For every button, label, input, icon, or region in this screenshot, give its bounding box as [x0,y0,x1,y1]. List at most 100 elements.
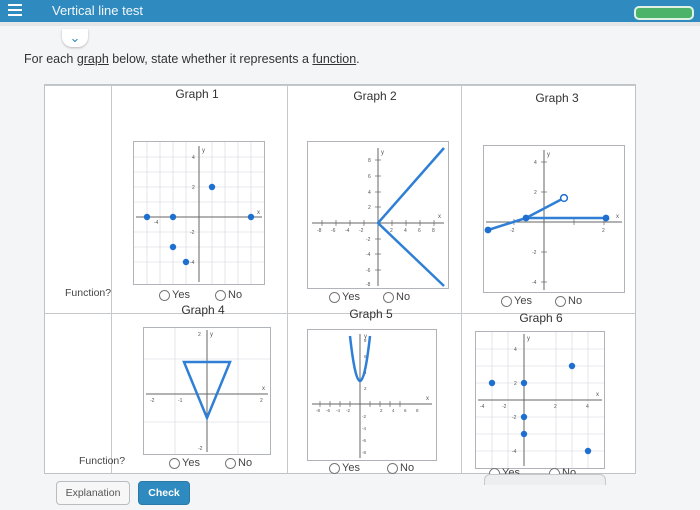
graph-4-yes-radio[interactable]: Yes [169,457,200,469]
graph-4-tick: -1 [178,398,183,404]
graph-link[interactable]: graph [77,52,109,66]
graph-1-title: Graph 1 [175,87,219,101]
menu-icon[interactable] [8,4,22,18]
app-title: Vertical line test [52,3,144,18]
graph-3-y-label: y [547,152,550,158]
graph-6-point [568,362,576,370]
graph-1-x-label: x [257,210,260,216]
graph-6-point [488,379,496,387]
graph-6-tick: 4 [586,404,589,410]
graph-3-title: Graph 3 [535,91,579,105]
graph-6-point [520,430,528,438]
graph-1-tick: 2 [192,185,195,191]
graph-3-tick: 2 [534,190,537,196]
graph-2-tick: 6 [418,228,421,234]
function-label-row1: Function? [65,287,112,299]
question-panel: ⌄ For each graph below, state whether it… [0,26,700,510]
graph-4-no-radio[interactable]: No [225,457,252,469]
graph-5-tick: 6 [404,408,407,413]
graph-2-title: Graph 2 [353,89,397,103]
graph-6-tick: -2 [512,415,517,421]
graph-5-title: Graph 5 [349,307,393,321]
graph-4-tick: -2 [198,446,203,452]
graph-6-y-label: y [527,336,530,342]
graph-3: -2 2 4 2 -2 -4 x y [483,145,625,293]
graph-6-point [520,413,528,421]
graph-6-point [584,447,592,455]
graph-6-tick: -4 [512,449,517,455]
graph-1-point [169,213,177,221]
graph-3-choice: Yes No [501,295,596,310]
graph-5-tick: -6 [362,438,366,443]
graph-table: Graph 1 Graph 2 Graph 3 Function? Functi… [44,84,636,479]
check-button[interactable]: Check [138,481,190,505]
graph-3-tick: 4 [534,160,537,166]
graph-3-segment [525,196,565,220]
progress-indicator [634,6,694,20]
graph-6-point [520,379,528,387]
graph-2-tick: -6 [331,228,336,234]
graph-1-tick: -4 [190,260,195,266]
graph-2-no-radio[interactable]: No [383,291,410,303]
graph-1-no-radio[interactable]: No [215,289,242,301]
graph-3-yes-radio[interactable]: Yes [501,295,532,307]
graph-3-tick: -4 [532,280,537,286]
graph-1-tick: -4 [154,220,159,226]
graph-2-tick: -8 [317,228,322,234]
graph-4-tick: 2 [198,332,201,338]
graph-2-choice: Yes No [329,291,424,306]
graph-4-choice: Yes No [169,457,266,472]
graph-2-x-label: x [438,214,441,220]
graph-2-tick: 8 [368,158,371,164]
graph-5-tick: 4 [392,408,395,413]
graph-1-tick: 4 [192,155,195,161]
graph-2-tick: 2 [368,205,371,211]
instructions: For each graph below, state whether it r… [24,52,360,66]
function-label-row2: Function? [79,455,126,467]
graph-5-tick: 2 [380,408,383,413]
graph-1-point [247,213,255,221]
graph-5-no-radio[interactable]: No [387,462,414,474]
graph-5-tick: -2 [346,408,350,413]
graph-5-tick: 2 [364,386,367,391]
graph-5-tick: -2 [362,414,366,419]
collapse-chevron-icon[interactable]: ⌄ [62,29,88,47]
graph-1-point [143,213,151,221]
graph-3-no-radio[interactable]: No [555,295,582,307]
graph-5-yes-radio[interactable]: Yes [329,462,360,474]
graph-5-y-label: y [364,334,367,340]
graph-2-yes-radio[interactable]: Yes [329,291,360,303]
graph-5: -8 -6 -4 -2 2 4 6 8 8 6 4 2 -2 -4 -6 -8 [307,329,437,461]
graph-5-tick: -4 [362,426,366,431]
graph-4-x-label: x [262,386,265,392]
graph-3-segment [487,216,527,232]
graph-1-choice: Yes No [159,289,256,304]
graph-3-tick: -2 [510,228,515,234]
graph-2-tick: -6 [366,268,371,274]
graph-1-point [169,243,177,251]
graph-6-tick: 2 [554,404,557,410]
graph-4-y-label: y [210,332,213,338]
graph-2-tick: -4 [345,228,350,234]
graph-3-closed-point [484,226,492,234]
explanation-button[interactable]: Explanation [56,481,130,505]
graph-1: x y -4 4 2 -2 -4 [133,141,265,285]
graph-1-y-label: y [202,148,205,154]
graph-2-tick: -2 [359,228,364,234]
graph-6: -4 -2 2 4 4 2 -2 -4 y x [475,331,605,469]
graph-4-tick: -2 [150,398,155,404]
graph-2-tick: 2 [390,228,393,234]
graph-1-tick: -2 [190,230,195,236]
graph-3-x-label: x [616,214,619,220]
graph-3-closed-point [602,214,610,222]
answer-tab[interactable] [484,474,606,485]
graph-2-curve [376,147,445,287]
graph-3-open-point [559,193,569,203]
graph-4-title: Graph 4 [181,303,225,317]
graph-6-title: Graph 6 [519,311,563,325]
graph-6-tick: 4 [514,347,517,353]
function-link[interactable]: function [312,52,356,66]
graph-2: -8 -6 -4 -2 2 4 6 8 8 6 4 2 -2 -4 -6 -8 [307,141,449,289]
graph-3-tick: 2 [602,228,605,234]
graph-1-yes-radio[interactable]: Yes [159,289,190,301]
